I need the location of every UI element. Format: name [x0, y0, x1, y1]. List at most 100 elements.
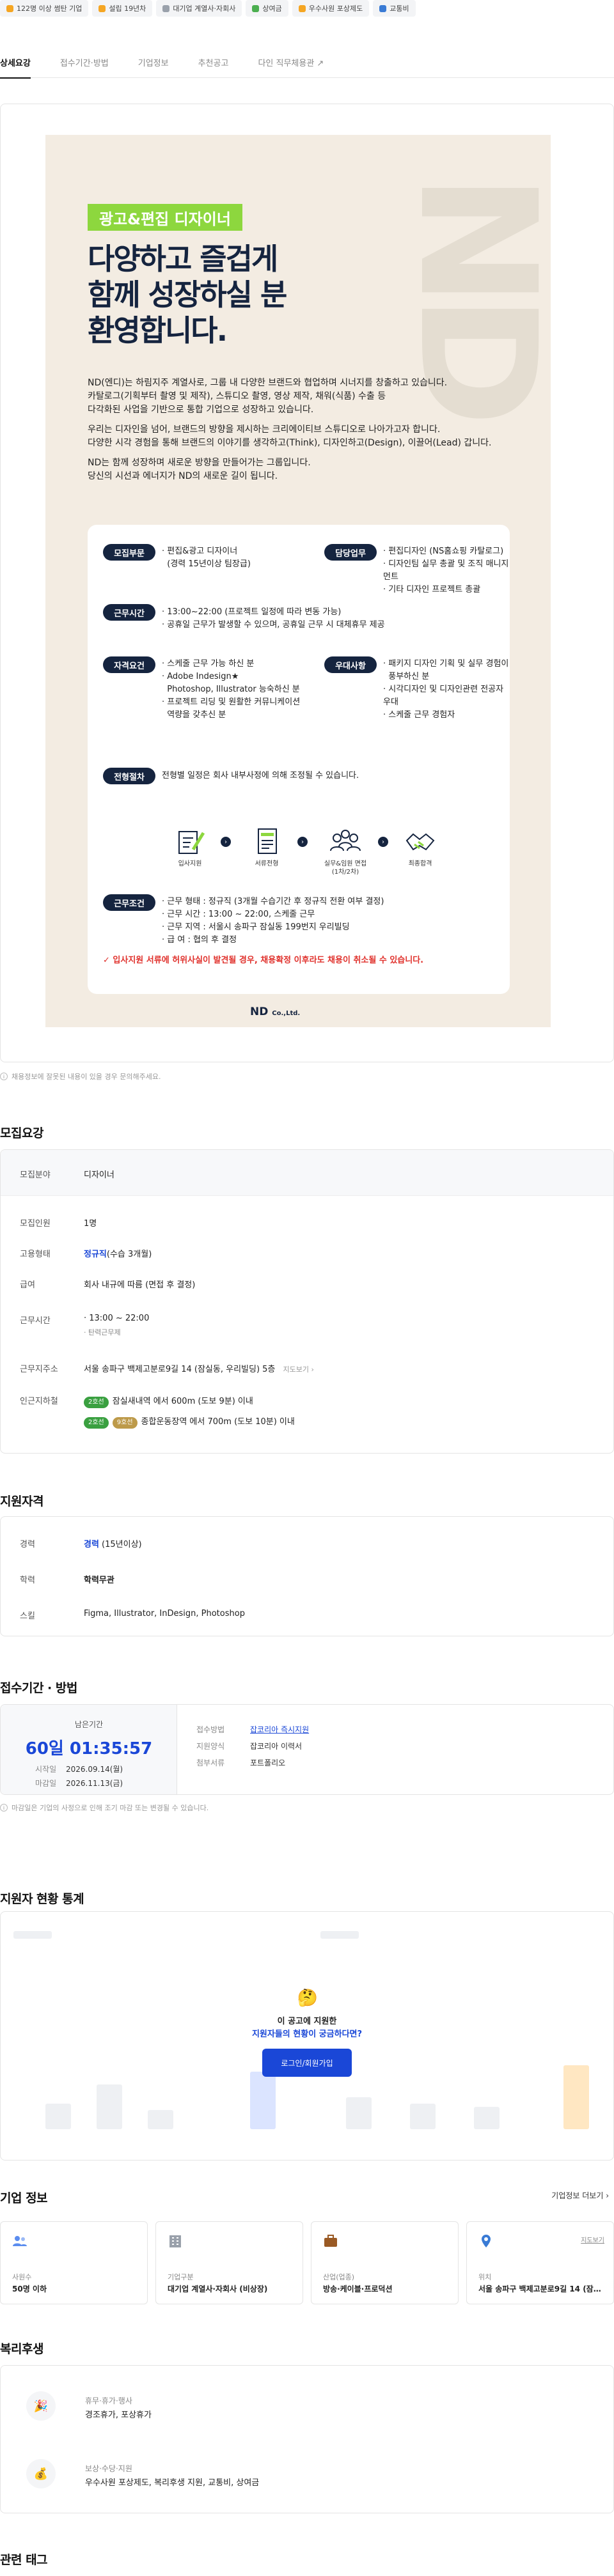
login-button[interactable]: 로그인/회원가입 — [262, 2049, 352, 2077]
building-icon — [162, 4, 170, 12]
hours-text: · 13:00~22:00 (프로젝트 일정에 따라 변동 가능) · 공휴일 근… — [162, 607, 385, 630]
section-title-qual: 지원자격 — [0, 1494, 43, 1509]
badge-chip: 교통비 — [373, 0, 416, 17]
section-title-stats: 지원자 현황 통계 — [0, 1892, 84, 1906]
tab-job-hall[interactable]: 다인 직무체용관 ↗ — [258, 46, 331, 78]
bus-icon — [379, 4, 387, 12]
applicant-stats-panel: 🤔 이 공고에 지원한 지원자들의 현황이 궁금하다면? 로그인/회원가입 — [0, 1911, 614, 2161]
party-icon: 🎉 — [26, 2391, 56, 2421]
page: 122명 이상 썸탄 기업 설립 19년차 대기업 계열사·자회사 상여금 우수… — [0, 0, 614, 2576]
process-text: 전형별 일정은 회사 내부사정에 의해 조정될 수 있습니다. — [162, 771, 359, 780]
tab-apply-period[interactable]: 접수기간·방법 — [60, 46, 116, 78]
badge-chip: 상여금 — [246, 0, 288, 17]
pref-text: · 패키지 디자인 기획 및 실무 경험이 풍부하신 분 · 시각디자인 및 디자… — [383, 659, 509, 720]
position-tag: 광고&편집 디자이너 — [88, 204, 242, 231]
step-docs: 서류전형 — [241, 825, 292, 868]
badge-chip: 우수사원 포상제도 — [292, 0, 370, 17]
detail-tabs: 상세요강 접수기간·방법 기업정보 추천공고 다인 직무체용관 ↗ — [0, 46, 614, 79]
tab-summary[interactable]: 상세요강 — [0, 46, 38, 79]
building-icon — [168, 2233, 183, 2249]
step-interview: 실무&임원 면접 (1차/2차) — [317, 825, 374, 876]
section-title-apply: 접수기간 · 방법 — [0, 1681, 77, 1695]
handshake-icon — [404, 825, 436, 857]
process-pill: 전형절차 — [103, 768, 155, 784]
step-final: 최종합격 — [395, 825, 446, 868]
tab-company-info[interactable]: 기업정보 — [138, 46, 177, 78]
thinking-emoji-icon: 🤔 — [297, 1989, 319, 2008]
section-title-company: 기업 정보 — [0, 2191, 48, 2205]
job-detail-frame: ND 광고&편집 디자이너 다양하고 즐겁게 함께 성장하실 분 환영합니다. … — [0, 104, 614, 1062]
pen-icon — [174, 825, 206, 857]
people-icon — [12, 2233, 28, 2249]
cond-text: · 근무 형태 : 정규직 (3개월 수습기간 후 정규직 전환 여부 결정) ·… — [162, 897, 384, 945]
trophy-icon — [298, 4, 306, 12]
people-icon — [329, 825, 361, 857]
cond-pill: 근무조건 — [103, 894, 155, 911]
map-link[interactable]: 지도보기 › — [283, 1365, 314, 1374]
money-bag-icon: 💰 — [26, 2459, 56, 2488]
arrow-right-icon: › — [378, 837, 388, 847]
field-row: 모집분야 디자이너 — [20, 1170, 114, 1180]
badge-chip: 대기업 계열사·자회사 — [156, 0, 242, 17]
process-steps: 입사지원 › 서류전형 › 실무&임원 면접 (1차/2차) › 최종합격 — [164, 825, 452, 883]
recruit-pill: 모집부문 — [103, 544, 155, 561]
poster-headline: 다양하고 즐겁게 함께 성장하실 분 환영합니다. — [88, 242, 287, 348]
job-poster: ND 광고&편집 디자이너 다양하고 즐겁게 함께 성장하실 분 환영합니다. … — [45, 135, 551, 1027]
badge-chip: 122명 이상 썸탄 기업 — [0, 0, 89, 17]
deadline-notice: i 마감일은 기업의 사정으로 인해 조기 마감 또는 변경될 수 있습니다. — [0, 1803, 209, 1813]
subway-row: 인근지하철 2호선 잠실새내역 에서 600m (도보 9분) 이내 2호선 9호선 종합… — [20, 1394, 295, 1429]
headcount-row: 모집인원 1명 — [20, 1219, 97, 1229]
section-title-benefit: 복리후생 — [0, 2342, 43, 2356]
qual-pill: 자격요건 — [103, 656, 155, 673]
hours-pill: 근무시간 — [103, 604, 155, 621]
section-title-tags: 관련 태그 — [0, 2553, 48, 2567]
false-info-warning: ✓ 입사지원 서류에 허위사실이 발견될 경우, 채용확정 이후라도 채용이 취… — [103, 956, 424, 965]
duty-text: · 편집디자인 (NS홈쇼핑 카탈로그) · 디자인팀 실무 총괄 및 조직 매니… — [383, 547, 509, 594]
line2-badge: 2호선 — [84, 1397, 109, 1408]
employment-row: 고용형태 정규직(수습 3개월) — [20, 1250, 152, 1259]
step-apply: 입사지원 — [164, 825, 216, 868]
section-title-summary: 모집요강 — [0, 1126, 43, 1140]
pref-pill: 우대사항 — [324, 656, 377, 673]
arrow-right-icon: › — [297, 837, 308, 847]
company-card-type: 기업구분 대기업 계열사·자회사 (비상장) — [155, 2221, 303, 2304]
line2-badge: 2호선 — [84, 1417, 109, 1429]
company-card-location: 지도보기 위치 서울 송파구 백제고분로9길 14 (잠실동... — [466, 2221, 614, 2304]
duty-pill: 담당업무 — [324, 544, 377, 561]
education-row: 학력 학력무관 — [20, 1576, 114, 1585]
hours-row: 근무시간 · 13:00 ~ 22:00 · 탄력근무제 — [20, 1314, 150, 1337]
qual-box: 경력 경력 (15년이상) 학력 학력무관 스킬 Figma, Illustrator… — [0, 1516, 614, 1636]
qual-text: · 스케줄 근무 가능 하신 분 · Adobe Indesign★ Photos… — [162, 659, 301, 720]
company-card-employees: 사원수 50명 이하 — [0, 2221, 148, 2304]
info-icon: i — [0, 1804, 8, 1812]
tab-recommended[interactable]: 추천공고 — [198, 46, 237, 78]
money-icon — [252, 4, 260, 12]
company-intro: ND(엔디)는 하림지주 계열사로, 그룹 내 다양한 브랜드와 협업하며 시너… — [88, 378, 492, 481]
trophy-icon — [98, 4, 106, 12]
company-more-link[interactable]: 기업정보 더보기 › — [551, 2190, 609, 2201]
countdown: 60일 01:35:57 — [25, 1739, 153, 1758]
apply-box: 남은기간 60일 01:35:57 시작일 2026.09.14(월) 마감일 20… — [0, 1704, 614, 1795]
summary-box: 모집분야 디자이너 모집인원 1명 고용형태 정규직(수습 3개월) 급여 회사 내규에… — [0, 1149, 614, 1454]
benefit-box: 🎉 휴무·휴가·행사 경조휴가, 포상휴가 💰 보상·수당·지원 우수사원 포상… — [0, 2365, 614, 2513]
map-link[interactable]: 지도보기 — [581, 2235, 604, 2244]
star-icon — [6, 4, 13, 12]
career-row: 경력 경력 (15년이상) — [20, 1540, 142, 1549]
recruit-text: · 편집&광고 디자이너 (경력 15년이상 팀장급) — [162, 547, 251, 569]
salary-row: 급여 회사 내규에 따름 (면접 후 결정) — [20, 1280, 196, 1290]
address-row: 근무지주소 서울 송파구 백제고분로9길 14 (잠실동, 우리빌딩) 5층 지도… — [20, 1365, 314, 1374]
skill-row: 스킬 Figma, Illustrator, InDesign, Photosho… — [20, 1609, 245, 1621]
arrow-right-icon: › — [221, 837, 231, 847]
line9-badge: 9호선 — [112, 1417, 138, 1429]
remaining-time-panel: 남은기간 60일 01:35:57 시작일 2026.09.14(월) 마감일 20… — [1, 1705, 177, 1794]
briefcase-icon — [323, 2233, 338, 2249]
badge-chip: 설립 19년차 — [92, 0, 153, 17]
job-info-card: 모집부문 · 편집&광고 디자이너 (경력 15년이상 팀장급) 담당업무 · … — [88, 525, 510, 994]
location-pin-icon — [478, 2233, 494, 2249]
company-card-industry: 산업(업종) 방송·케이블·프로덕션 — [311, 2221, 459, 2304]
company-badges: 122명 이상 썸탄 기업 설립 19년차 대기업 계열사·자회사 상여금 우수… — [0, 0, 416, 17]
info-icon: i — [0, 1073, 8, 1080]
quick-apply-link[interactable]: 잡코리아 즉시지원 — [250, 1725, 309, 1734]
report-notice: i 채용정보에 잘못된 내용이 있을 경우 문의해주세요. — [0, 1071, 161, 1082]
nd-logo: ND Co.,Ltd. — [250, 1005, 301, 1018]
